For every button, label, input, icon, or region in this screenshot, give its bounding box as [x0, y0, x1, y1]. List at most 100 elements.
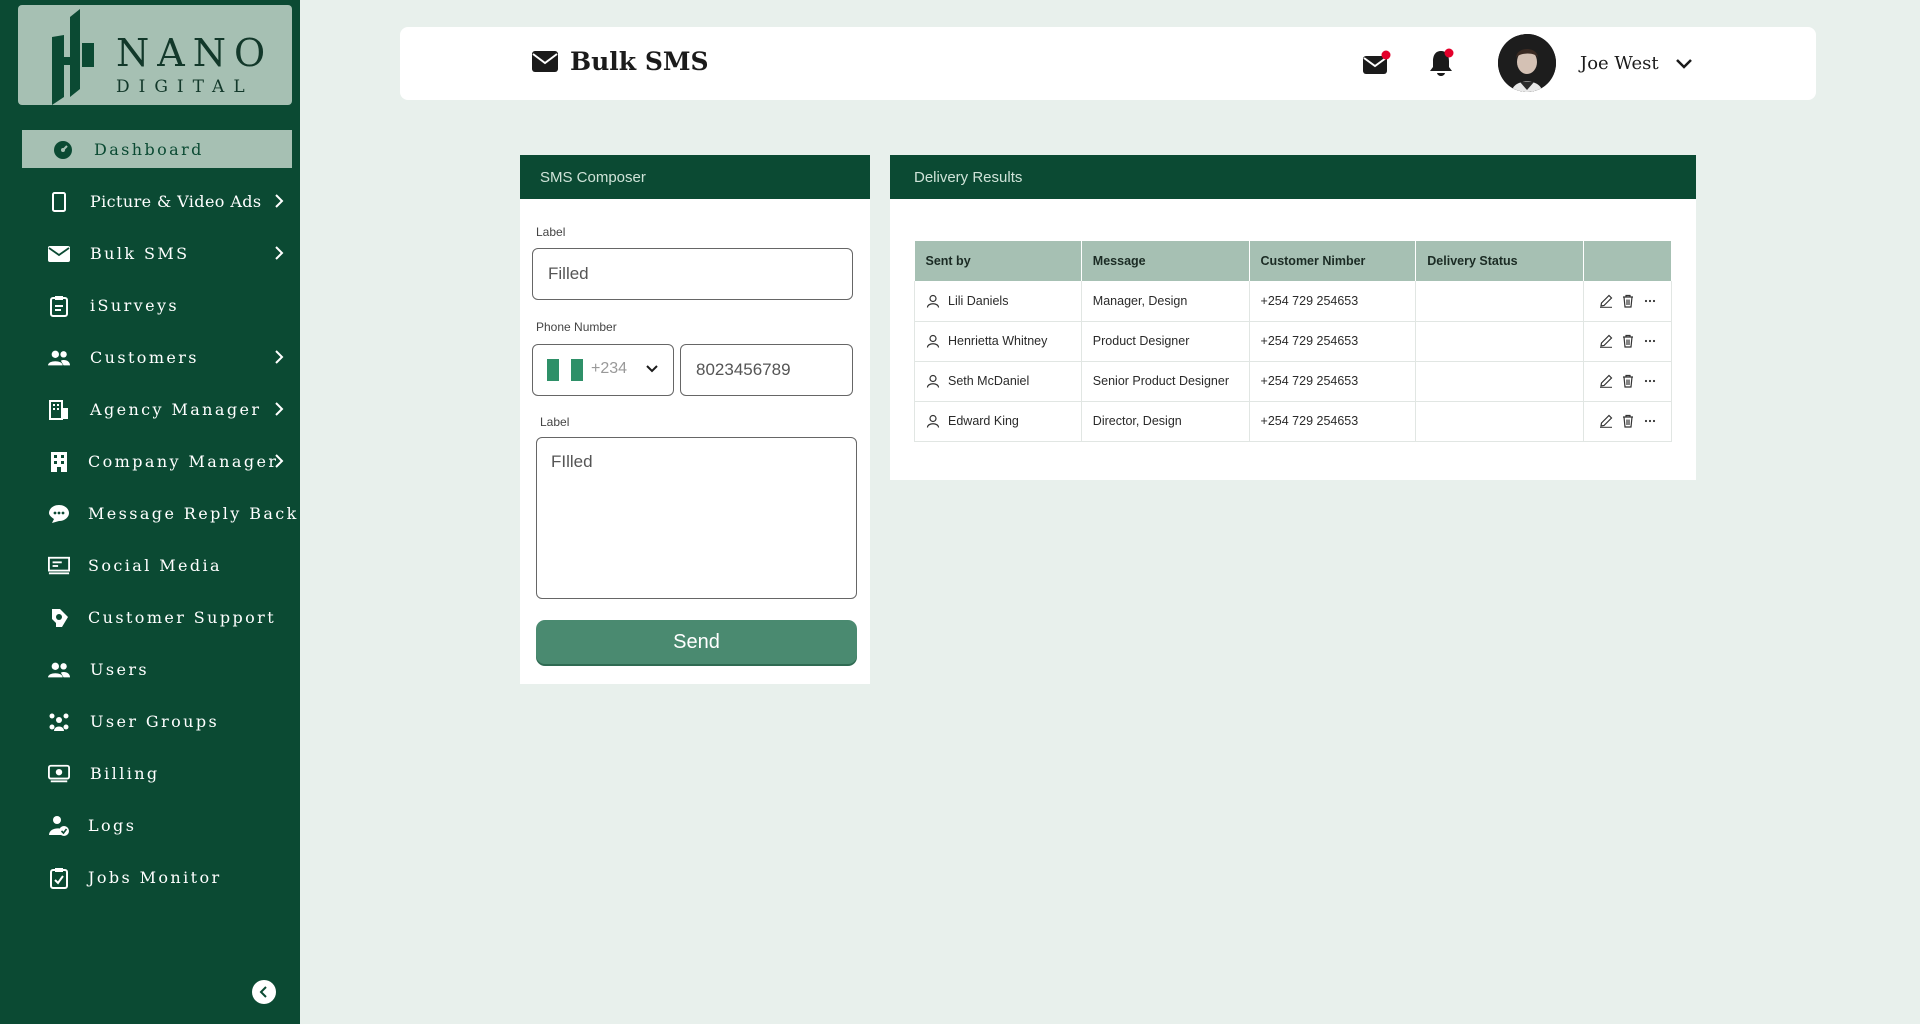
monitor-icon: [48, 555, 70, 577]
agency-icon: [48, 399, 70, 421]
logo-mark-icon: [52, 9, 94, 105]
actions-cell: [1583, 321, 1672, 362]
sidebar-item-users[interactable]: Users: [18, 650, 292, 688]
user-name: Joe West: [1580, 53, 1659, 74]
sender-name: Seth McDaniel: [948, 374, 1030, 388]
edit-icon[interactable]: [1599, 414, 1613, 428]
sidebar-item-jobs-monitor[interactable]: Jobs Monitor: [18, 858, 292, 896]
sidebar-item-logs[interactable]: Logs: [18, 806, 292, 844]
sidebar-item-label: iSurveys: [90, 295, 179, 315]
sms-composer-card: SMS Composer Label Filled Phone Number +…: [520, 155, 870, 684]
column-header[interactable]: Sent by: [914, 241, 1082, 281]
support-icon: [48, 607, 70, 629]
table-row[interactable]: Henrietta Whitney Product Designer +254 …: [914, 321, 1672, 362]
collapse-sidebar-button[interactable]: [252, 980, 276, 1004]
card-title: Delivery Results: [890, 155, 1696, 199]
sidebar-item-label: Billing: [90, 763, 160, 783]
sidebar-item-label: Logs: [88, 815, 137, 835]
edit-icon[interactable]: [1599, 334, 1613, 348]
sidebar-item-isurveys[interactable]: iSurveys: [18, 286, 292, 324]
column-header[interactable]: Customer Nimber: [1249, 241, 1417, 281]
sidebar-item-label: Jobs Monitor: [88, 867, 222, 887]
more-icon[interactable]: [1643, 374, 1657, 388]
sidebar-item-label: Social Media: [88, 555, 222, 575]
more-icon[interactable]: [1643, 414, 1657, 428]
sidebar-item-company-manager[interactable]: Company Manager: [18, 442, 292, 480]
sidebar-item-label: Bulk SMS: [90, 243, 190, 263]
sidebar-item-dashboard[interactable]: Dashboard: [18, 130, 292, 168]
country-code-select[interactable]: +234: [532, 344, 674, 396]
sidebar-item-customer-support[interactable]: Customer Support: [18, 598, 292, 636]
sent-by-cell: Edward King: [914, 401, 1082, 442]
phone-number-label: Phone Number: [536, 320, 617, 334]
actions-cell: [1583, 401, 1672, 442]
more-icon[interactable]: [1643, 334, 1657, 348]
sidebar-item-agency-manager[interactable]: Agency Manager: [18, 390, 292, 428]
delivery-status-cell: [1415, 361, 1584, 402]
mail-icon: [48, 243, 70, 265]
sidebar-item-billing[interactable]: Billing: [18, 754, 292, 792]
tablet-icon: [48, 191, 70, 213]
customer-number-cell: +254 729 254653: [1249, 281, 1417, 322]
sidebar-item-label: Company Manager: [88, 451, 279, 471]
sidebar-item-customers[interactable]: Customers: [18, 338, 292, 376]
chevron-down-icon: [646, 365, 658, 373]
delete-icon[interactable]: [1621, 334, 1635, 348]
user-icon: [926, 294, 940, 308]
chevron-down-icon[interactable]: [1674, 55, 1694, 73]
avatar[interactable]: [1498, 34, 1556, 92]
send-button[interactable]: Send: [536, 620, 857, 664]
customer-number-cell: +254 729 254653: [1249, 321, 1417, 362]
building-icon: [48, 451, 70, 473]
sidebar-item-label: User Groups: [90, 711, 220, 731]
chevron-right-icon: [275, 194, 284, 208]
user-photo-icon: [1498, 34, 1556, 92]
card-title: SMS Composer: [520, 155, 870, 199]
sidebar: NANO DIGITAL Dashboard Picture & Video A…: [0, 0, 300, 1024]
edit-icon[interactable]: [1599, 374, 1613, 388]
sidebar-item-message-reply-back[interactable]: Message Reply Back: [18, 494, 296, 532]
sidebar-item-label: Agency Manager: [90, 399, 262, 419]
nigeria-flag-icon: [547, 359, 583, 381]
label-input[interactable]: Filled: [532, 248, 853, 300]
table-row[interactable]: Seth McDaniel Senior Product Designer +2…: [914, 361, 1672, 402]
sidebar-item-label: Users: [90, 659, 150, 679]
sent-by-cell: Lili Daniels: [914, 281, 1082, 322]
table-row[interactable]: Lili Daniels Manager, Design +254 729 25…: [914, 281, 1672, 322]
field-label: Label: [536, 225, 566, 239]
table-row[interactable]: Edward King Director, Design +254 729 25…: [914, 401, 1672, 442]
top-header: Bulk SMS Joe West: [400, 27, 1816, 100]
edit-icon[interactable]: [1599, 294, 1613, 308]
more-icon[interactable]: [1643, 294, 1657, 308]
sent-by-cell: Henrietta Whitney: [914, 321, 1082, 362]
chevron-left-icon: [259, 986, 267, 998]
delete-icon[interactable]: [1621, 414, 1635, 428]
messages-button[interactable]: [1362, 49, 1392, 79]
message-cell: Senior Product Designer: [1081, 361, 1250, 402]
brand-logo[interactable]: NANO DIGITAL: [18, 5, 292, 105]
sidebar-item-bulk-sms[interactable]: Bulk SMS: [18, 234, 292, 272]
sidebar-item-picture-video-ads[interactable]: Picture & Video Ads: [18, 182, 292, 220]
logs-icon: [48, 815, 70, 837]
message-textarea[interactable]: FIlled: [536, 437, 857, 599]
mail-icon: [532, 51, 558, 72]
customers-icon: [48, 347, 70, 369]
delete-icon[interactable]: [1621, 374, 1635, 388]
user-groups-icon: [48, 711, 70, 733]
sidebar-item-social-media[interactable]: Social Media: [18, 546, 292, 584]
brand-name: NANO: [116, 31, 274, 75]
clipboard-icon: [48, 295, 70, 317]
column-header[interactable]: Message: [1081, 241, 1250, 281]
message-cell: Director, Design: [1081, 401, 1250, 442]
delete-icon[interactable]: [1621, 294, 1635, 308]
sidebar-item-user-groups[interactable]: User Groups: [18, 702, 292, 740]
actions-cell: [1583, 281, 1672, 322]
sent-by-cell: Seth McDaniel: [914, 361, 1082, 402]
delivery-results-card: Delivery Results Sent by Message Custome…: [890, 155, 1696, 480]
phone-number-input[interactable]: 8023456789: [680, 344, 853, 396]
notifications-button[interactable]: [1428, 47, 1458, 79]
bell-icon: [1430, 48, 1454, 76]
sender-name: Lili Daniels: [948, 293, 1009, 308]
sender-name: Henrietta Whitney: [948, 334, 1048, 348]
column-header[interactable]: Delivery Status: [1415, 241, 1584, 281]
